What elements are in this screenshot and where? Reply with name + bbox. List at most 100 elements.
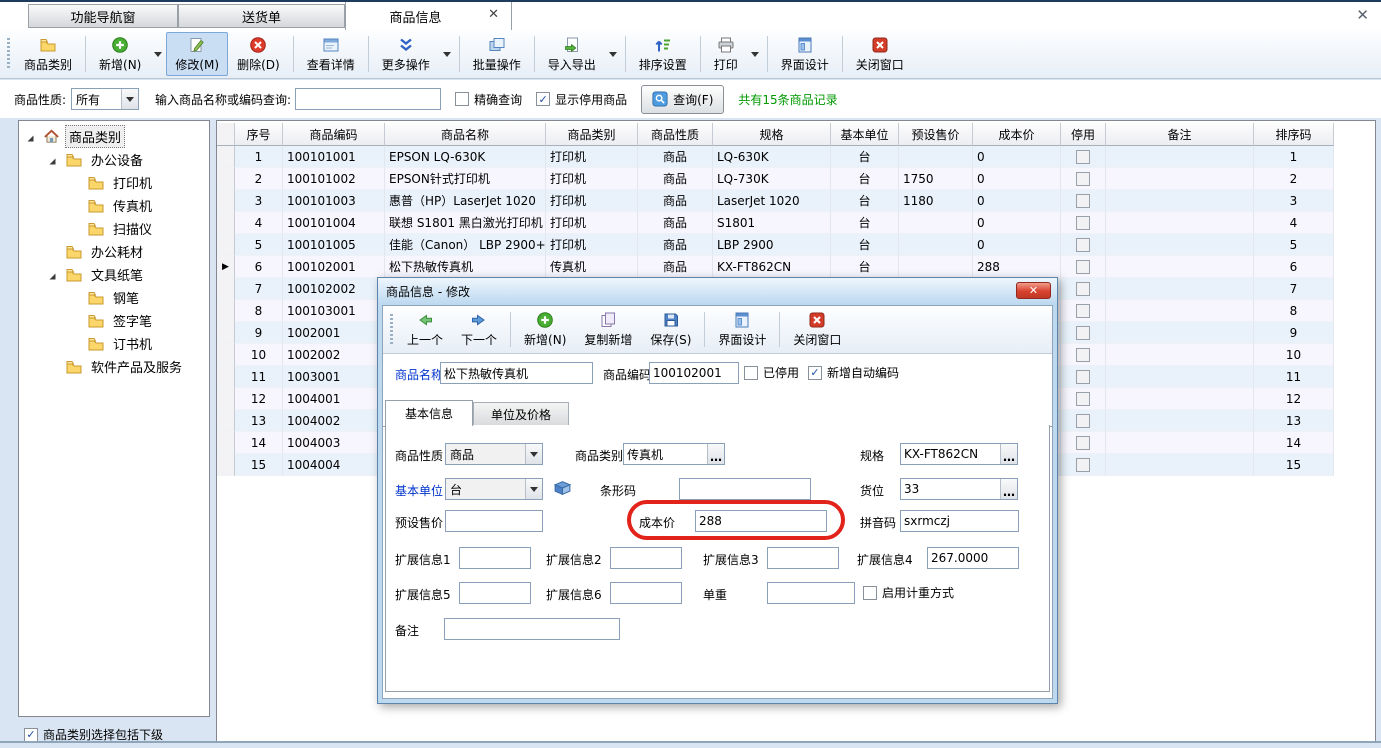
toolbar-button-details[interactable]: 查看详情 (298, 32, 364, 76)
ext1-input[interactable] (459, 547, 531, 569)
weigh-mode-checkbox[interactable]: ✓ (863, 586, 877, 600)
ellipsis-button[interactable]: … (707, 444, 724, 464)
show-stopped-checkbox[interactable]: ✓ (536, 92, 550, 106)
combo-dropdown-icon[interactable] (121, 89, 138, 109)
stopped-checkbox[interactable]: ✓ (744, 366, 758, 380)
stop-checkbox[interactable]: ✓ (1076, 260, 1090, 274)
tab-close-icon[interactable]: ✕ (488, 8, 499, 21)
toolbar-button-delete[interactable]: 删除(D) (228, 32, 289, 76)
exact-search-checkbox[interactable]: ✓ (455, 92, 469, 106)
toolbar-button-folder[interactable]: 商品类别 (15, 32, 81, 76)
toolbar-button-io[interactable]: 导入导出 (539, 32, 605, 76)
column-header-4[interactable]: 商品性质 (638, 123, 713, 146)
dialog-toolbar-button-copy[interactable]: 复制新增 (575, 308, 641, 351)
window-close-icon[interactable]: ✕ (1356, 8, 1369, 23)
dropdown-arrow-icon[interactable] (439, 30, 455, 78)
dropdown-arrow-icon[interactable] (605, 30, 621, 78)
stop-checkbox[interactable]: ✓ (1076, 172, 1090, 186)
unit-weight-input[interactable] (767, 582, 855, 604)
category-picker[interactable]: 传真机 … (623, 443, 725, 465)
ext6-input[interactable] (610, 582, 682, 604)
column-header-6[interactable]: 基本单位 (831, 123, 899, 146)
stop-checkbox[interactable]: ✓ (1076, 304, 1090, 318)
toolbar-button-batch[interactable]: 批量操作 (464, 32, 530, 76)
stop-checkbox[interactable]: ✓ (1076, 326, 1090, 340)
ext4-input[interactable] (927, 547, 1019, 569)
tree-item-0[interactable]: 商品类别 (19, 125, 209, 148)
search-input[interactable] (295, 88, 441, 110)
toolbar-button-closewin[interactable]: 关闭窗口 (847, 32, 913, 76)
tree-item-6[interactable]: 文具纸笔 (19, 263, 209, 286)
product-code-input[interactable] (649, 362, 739, 384)
tree-item-7[interactable]: 钢笔 (19, 286, 209, 309)
tab-delivery-note[interactable]: 送货单 (178, 4, 345, 28)
location-picker[interactable]: 33 … (900, 478, 1018, 500)
table-row-3[interactable]: 3100101003惠普（HP）LaserJet 1020打印机商品LaserJ… (217, 190, 1334, 212)
include-sub-category-checkbox[interactable]: ✓ (24, 728, 38, 742)
tree-expander-icon[interactable] (25, 132, 35, 142)
stop-checkbox[interactable]: ✓ (1076, 436, 1090, 450)
stop-checkbox[interactable]: ✓ (1076, 282, 1090, 296)
dialog-toolbar-button-design[interactable]: 界面设计 (709, 308, 775, 351)
tree-item-5[interactable]: 办公耗材 (19, 240, 209, 263)
column-header-11[interactable]: 排序码 (1254, 123, 1334, 146)
barcode-input[interactable] (679, 478, 811, 500)
stop-checkbox[interactable]: ✓ (1076, 150, 1090, 164)
toolbar-button-add[interactable]: 新增(N) (90, 32, 150, 76)
tree-item-1[interactable]: 办公设备 (19, 148, 209, 171)
tab-units-prices[interactable]: 单位及价格 (473, 402, 569, 426)
stop-checkbox[interactable]: ✓ (1076, 216, 1090, 230)
cost-price-input[interactable] (695, 510, 827, 532)
tab-nav-window[interactable]: 功能导航窗 (28, 4, 178, 28)
dropdown-arrow-icon[interactable] (747, 30, 763, 78)
dialog-toolbar-button-prev[interactable]: 上一个 (398, 308, 452, 351)
stop-checkbox[interactable]: ✓ (1076, 392, 1090, 406)
toolbar-button-more[interactable]: 更多操作 (373, 32, 439, 76)
column-header-7[interactable]: 预设售价 (899, 123, 973, 146)
ellipsis-button[interactable]: … (1000, 444, 1017, 464)
tree-item-3[interactable]: 传真机 (19, 194, 209, 217)
nature-filter-combo[interactable]: 所有 (71, 88, 139, 110)
table-row-1[interactable]: 1100101001EPSON LQ-630K打印机商品LQ-630K台0✓1 (217, 146, 1334, 168)
spec-picker[interactable]: KX-FT862CN … (900, 443, 1018, 465)
dialog-toolbar-button-closewin[interactable]: 关闭窗口 (784, 308, 850, 351)
dialog-title-bar[interactable]: 商品信息 - 修改 (378, 278, 1057, 304)
column-header-2[interactable]: 商品名称 (385, 123, 546, 146)
column-header-9[interactable]: 停用 (1061, 123, 1106, 146)
table-row-2[interactable]: 2100101002EPSON针式打印机打印机商品LQ-730K台17500✓2 (217, 168, 1334, 190)
toolbar-button-print[interactable]: 打印 (705, 32, 747, 76)
stop-checkbox[interactable]: ✓ (1076, 238, 1090, 252)
tree-item-10[interactable]: 软件产品及服务 (19, 355, 209, 378)
tab-product-info[interactable]: 商品信息 ✕ (345, 2, 512, 30)
unit-book-icon[interactable] (553, 479, 572, 498)
toolbar-button-design[interactable]: 界面设计 (772, 32, 838, 76)
toolbar-grip[interactable] (7, 38, 10, 70)
dialog-toolbar-button-save[interactable]: 保存(S) (641, 308, 700, 351)
table-row-6[interactable]: ▶6100102001松下热敏传真机传真机商品KX-FT862CN台288✓6 (217, 256, 1334, 278)
tree-item-4[interactable]: 扫描仪 (19, 217, 209, 240)
tree-expander-icon[interactable] (47, 155, 57, 165)
combo-dropdown-icon[interactable] (525, 444, 542, 464)
pinyin-input[interactable] (900, 510, 1019, 532)
base-unit-combo[interactable]: 台 (445, 478, 543, 500)
stop-checkbox[interactable]: ✓ (1076, 458, 1090, 472)
autocode-checkbox[interactable]: ✓ (808, 366, 822, 380)
ellipsis-button[interactable]: … (1000, 479, 1017, 499)
stop-checkbox[interactable]: ✓ (1076, 194, 1090, 208)
toolbar-button-sort[interactable]: 排序设置 (630, 32, 696, 76)
stop-checkbox[interactable]: ✓ (1076, 370, 1090, 384)
column-header-3[interactable]: 商品类别 (546, 123, 638, 146)
nature-combo[interactable]: 商品 (445, 443, 543, 465)
tree-item-8[interactable]: 签字笔 (19, 309, 209, 332)
dialog-toolbar-grip[interactable] (390, 314, 393, 345)
column-header-10[interactable]: 备注 (1106, 123, 1254, 146)
tree-item-9[interactable]: 订书机 (19, 332, 209, 355)
dialog-toolbar-button-add[interactable]: 新增(N) (515, 308, 575, 351)
tree-expander-icon[interactable] (47, 270, 57, 280)
column-header-1[interactable]: 商品编码 (283, 123, 385, 146)
ext3-input[interactable] (767, 547, 839, 569)
column-header-0[interactable]: 序号 (235, 123, 283, 146)
dialog-toolbar-button-next[interactable]: 下一个 (452, 308, 506, 351)
remark-input[interactable] (444, 618, 620, 640)
tree-item-2[interactable]: 打印机 (19, 171, 209, 194)
